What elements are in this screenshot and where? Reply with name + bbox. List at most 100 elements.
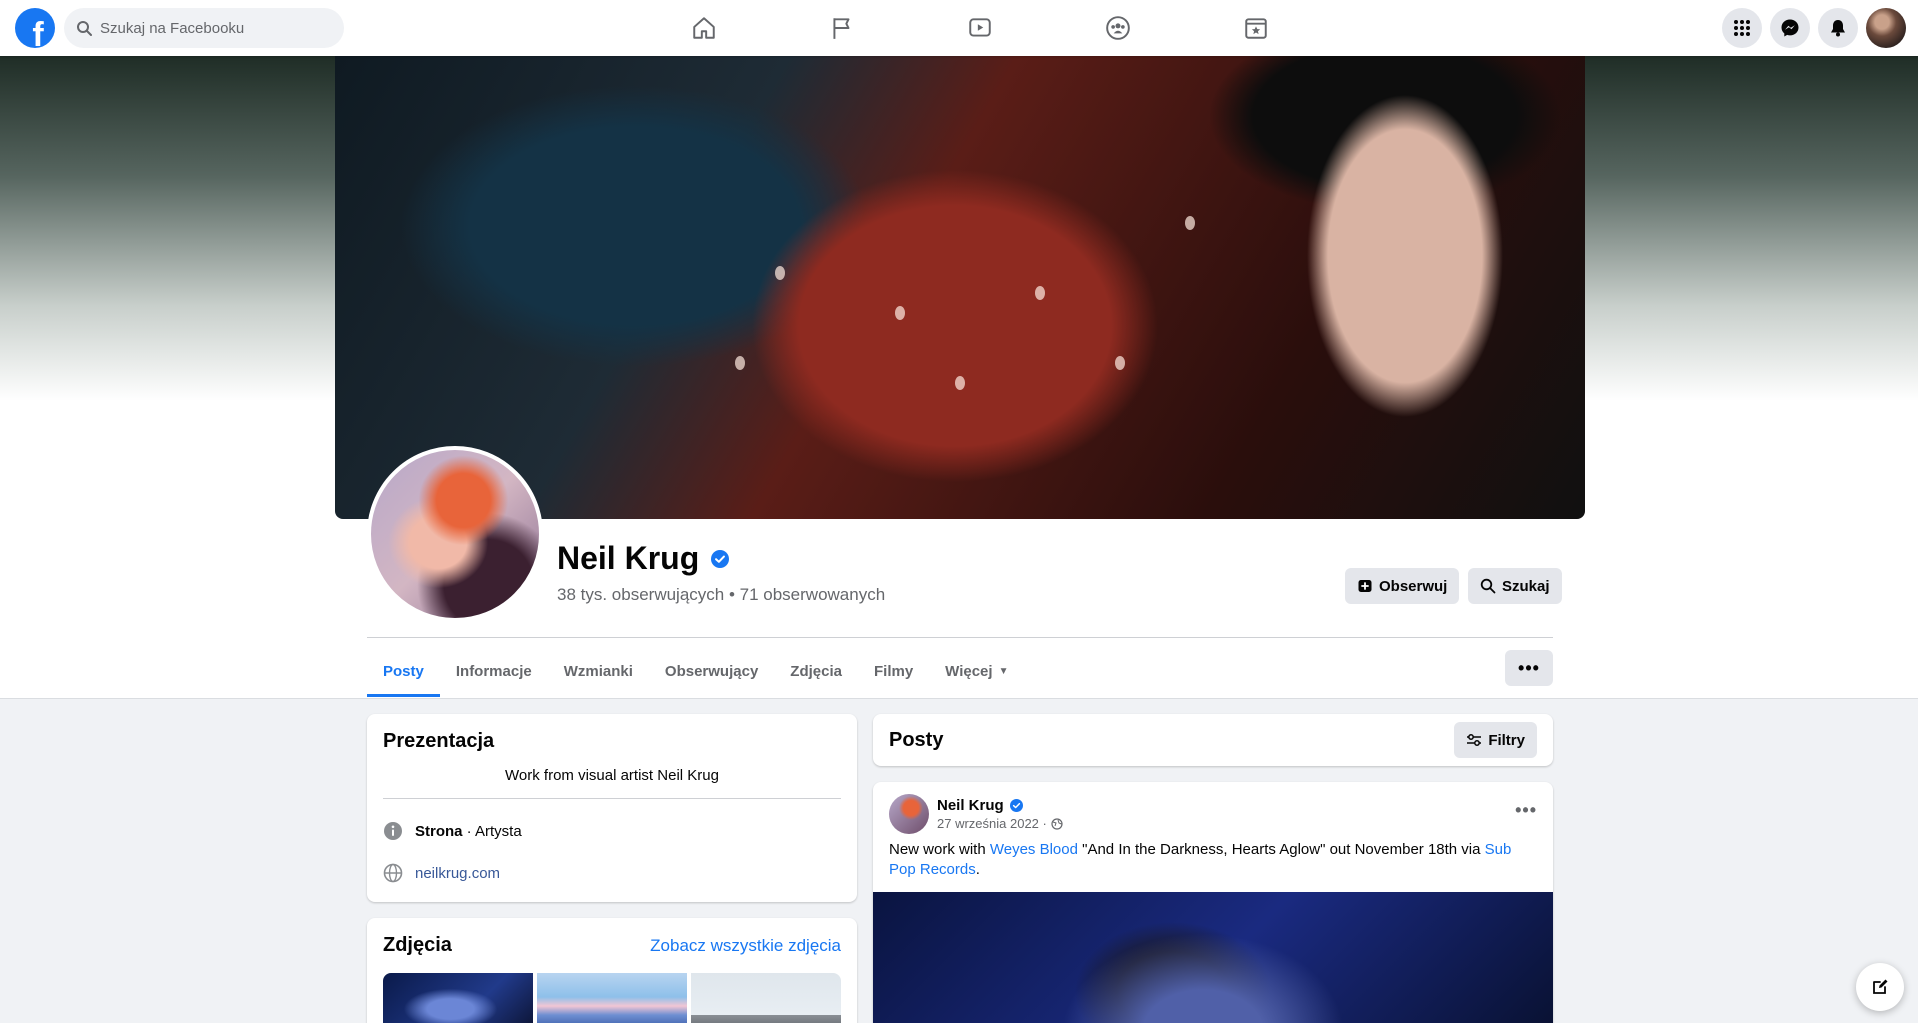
posts-header-card: Posty Filtry <box>873 714 1553 766</box>
cover-photo[interactable] <box>335 56 1585 519</box>
search-icon <box>1480 578 1496 594</box>
home-icon <box>693 17 715 39</box>
tab-label: Wzmianki <box>563 662 633 680</box>
compose-icon <box>1873 979 1888 994</box>
photo-thumbnail[interactable] <box>537 973 687 1023</box>
tab-label: Obserwujący <box>664 662 759 680</box>
tab-mentions[interactable]: Wzmianki <box>548 645 649 697</box>
post-author-avatar[interactable] <box>889 794 929 834</box>
cover-detail <box>895 306 905 320</box>
nav-gaming[interactable] <box>1187 0 1325 56</box>
post-header: Neil Krug 27 września 2022 · <box>889 794 1063 834</box>
top-navigation-bar: f <box>0 0 1918 56</box>
messenger-button[interactable] <box>1770 8 1810 48</box>
nav-home[interactable] <box>635 0 773 56</box>
post-text: New work with Weyes Blood "And In the Da… <box>889 840 1529 880</box>
tab-label: Zdjęcia <box>790 662 842 680</box>
search-input[interactable] <box>100 19 320 37</box>
search-icon <box>77 21 92 36</box>
nav-pages[interactable] <box>773 0 911 56</box>
tab-label: Więcej <box>945 662 993 680</box>
tab-photos[interactable]: Zdjęcia <box>774 645 858 697</box>
page-title: Neil Krug <box>557 540 730 577</box>
see-all-photos-link[interactable]: Zobacz wszystkie zdjęcia <box>650 936 841 956</box>
search-box[interactable] <box>64 8 344 48</box>
verified-badge-icon <box>711 549 730 568</box>
post-meta: 27 września 2022 · <box>937 816 1063 831</box>
tab-videos[interactable]: Filmy <box>858 645 929 697</box>
search-page-button[interactable]: Szukaj <box>1468 568 1562 604</box>
post-text-part: . <box>975 861 980 878</box>
caret-down-icon: ▼ <box>998 665 1009 677</box>
nav-watch[interactable] <box>911 0 1049 56</box>
intro-title: Prezentacja <box>383 730 495 752</box>
post-author-name[interactable]: Neil Krug <box>937 797 1004 814</box>
verified-badge-icon <box>1009 799 1023 812</box>
follow-button[interactable]: Obserwuj <box>1345 568 1460 604</box>
post-card: Neil Krug 27 września 2022 · ••• New wor… <box>873 782 1553 1023</box>
post-options-button[interactable]: ••• <box>1515 800 1537 821</box>
main-nav-icons <box>635 0 1325 56</box>
tab-about[interactable]: Informacje <box>440 645 548 697</box>
follower-stats[interactable]: 38 tys. obserwujących • 71 obserwowanych <box>557 585 885 605</box>
post-image[interactable] <box>873 892 1553 1023</box>
info-icon <box>384 822 402 840</box>
photo-thumbnail[interactable] <box>383 973 533 1023</box>
filters-button[interactable]: Filtry <box>1454 722 1537 758</box>
facebook-logo[interactable]: f <box>15 8 55 48</box>
tab-posts[interactable]: Posty <box>367 645 440 697</box>
bell-icon <box>1831 20 1845 37</box>
more-options-button[interactable]: ••• <box>1505 650 1553 686</box>
nav-groups[interactable] <box>1049 0 1187 56</box>
website-row: neilkrug.com <box>383 863 841 883</box>
photo-thumbnail[interactable] <box>691 973 841 1023</box>
new-message-button[interactable] <box>1856 963 1904 1011</box>
posts-title: Posty <box>889 728 944 751</box>
cover-detail <box>955 376 965 390</box>
tab-label: Posty <box>383 662 424 680</box>
page-type: Strona · Artysta <box>415 823 522 840</box>
cover-detail <box>1035 286 1045 300</box>
watch-icon <box>969 18 991 37</box>
photos-title: Zdjęcia <box>383 934 452 956</box>
cover-detail <box>1185 216 1195 230</box>
photos-header: Zdjęcia Zobacz wszystkie zdjęcia <box>383 934 841 957</box>
profile-name: Neil Krug <box>557 540 700 576</box>
globe-icon <box>1051 817 1063 830</box>
messenger-icon <box>1781 19 1799 37</box>
account-avatar[interactable] <box>1866 8 1906 48</box>
menu-button[interactable] <box>1722 8 1762 48</box>
tab-label: Filmy <box>873 662 914 680</box>
follow-label: Obserwuj <box>1379 577 1448 595</box>
gaming-icon <box>1245 18 1267 39</box>
notifications-button[interactable] <box>1818 8 1858 48</box>
profile-tabs: Posty Informacje Wzmianki Obserwujący Zd… <box>367 645 1024 697</box>
page-type-row: Strona · Artysta <box>383 821 841 841</box>
follow-icon <box>1358 580 1372 592</box>
groups-icon <box>1106 16 1130 40</box>
profile-picture[interactable] <box>367 446 543 622</box>
tab-label: Informacje <box>455 662 532 680</box>
photo-grid <box>383 973 841 1023</box>
website-link[interactable]: neilkrug.com <box>415 865 500 882</box>
post-mention-link[interactable]: Weyes Blood <box>990 841 1078 858</box>
header-divider <box>367 637 1553 638</box>
cover-detail <box>1115 356 1125 370</box>
globe-icon <box>383 863 403 883</box>
sliders-icon <box>1467 734 1482 746</box>
page-category: · Artysta <box>462 822 522 840</box>
post-author-info: Neil Krug 27 września 2022 · <box>937 797 1063 831</box>
tab-more[interactable]: Więcej ▼ <box>929 645 1024 697</box>
menu-grid-icon <box>1734 20 1750 36</box>
cover-detail <box>775 266 785 280</box>
search-page-label: Szukaj <box>1502 577 1550 595</box>
photos-card: Zdjęcia Zobacz wszystkie zdjęcia <box>367 918 857 1023</box>
flag-icon <box>833 18 850 39</box>
intro-bio: Work from visual artist Neil Krug <box>383 767 841 799</box>
cover-detail <box>735 356 745 370</box>
post-text-part: New work with <box>889 841 990 858</box>
account-controls <box>1722 8 1906 48</box>
tab-followers[interactable]: Obserwujący <box>649 645 774 697</box>
post-author-row: Neil Krug <box>937 797 1063 814</box>
post-date[interactable]: 27 września 2022 · <box>937 816 1047 831</box>
